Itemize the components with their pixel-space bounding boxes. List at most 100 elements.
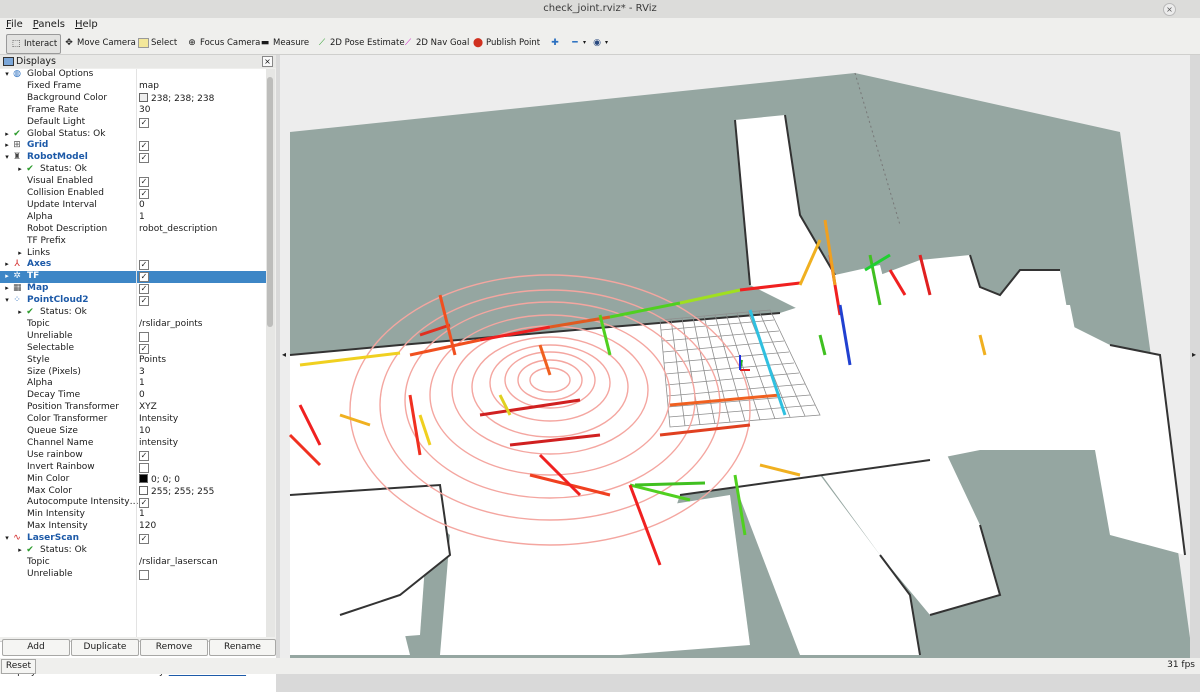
remove-tool-button[interactable]: ━ ▾ (569, 34, 586, 52)
tree-row[interactable]: ▸ ⊞ Grid ✓ (0, 140, 266, 152)
tree-row[interactable]: ▾ ∿ LaserScan ✓ (0, 533, 266, 545)
tree-row[interactable]: Queue Size 10 (0, 426, 266, 438)
tree-row[interactable]: Selectable ✓ (0, 343, 266, 355)
collapse-arrow-icon[interactable]: ▸ (16, 545, 24, 557)
focus-camera-tool-button[interactable]: ⊕ Focus Camera (186, 34, 260, 52)
tree-row[interactable]: Collision Enabled ✓ (0, 188, 266, 200)
menu-help[interactable]: Help (71, 18, 102, 32)
interact-tool-button[interactable]: ⬚ Interact (6, 34, 62, 54)
measure-tool-button[interactable]: ▬ Measure (259, 34, 309, 52)
tree-row[interactable]: Min Intensity 1 (0, 509, 266, 521)
tree-row[interactable]: ▸ ▦ Map ✓ (0, 283, 266, 295)
tree-row[interactable]: Unreliable (0, 569, 266, 581)
row-checkbox[interactable]: ✓ (139, 177, 149, 188)
tree-row[interactable]: Position Transformer XYZ (0, 402, 266, 414)
tree-row[interactable]: Color Transformer Intensity (0, 414, 266, 426)
collapse-right-arrow-icon[interactable]: ▸ (1192, 350, 1196, 359)
collapse-arrow-icon[interactable]: ▸ (3, 271, 11, 283)
row-value[interactable]: 0 (139, 390, 145, 402)
row-checkbox[interactable]: ✓ (139, 498, 149, 509)
tree-row[interactable]: ▸ ✔ Status: Ok (0, 164, 266, 176)
row-checkbox[interactable] (139, 462, 149, 473)
tree-row[interactable]: ▸ ✔ Status: Ok (0, 545, 266, 557)
duplicate-button[interactable]: Duplicate (71, 639, 139, 656)
tree-row[interactable]: Topic/rslidar_points (0, 319, 266, 331)
row-checkbox[interactable]: ✓ (139, 141, 149, 152)
tree-row[interactable]: ▸ ⅄ Axes ✓ (0, 259, 266, 271)
scene-canvas[interactable] (280, 55, 1190, 658)
row-value[interactable]: Intensity (139, 414, 178, 426)
scrollbar-thumb[interactable] (267, 77, 273, 327)
row-checkbox[interactable]: ✓ (139, 153, 149, 164)
expand-arrow-icon[interactable]: ▾ (3, 69, 11, 81)
tree-row[interactable]: ▸ ✔ Global Status: Ok (0, 129, 266, 141)
row-value[interactable]: /rslidar_points (139, 319, 203, 331)
row-value[interactable]: robot_description (139, 224, 217, 236)
menu-file[interactable]: File (2, 18, 27, 32)
tree-row[interactable]: Min Color 0; 0; 0 (0, 473, 266, 486)
collapse-arrow-icon[interactable]: ▸ (3, 129, 11, 141)
expand-arrow-icon[interactable]: ▾ (3, 533, 11, 545)
row-checkbox[interactable]: ✓ (139, 343, 149, 354)
row-value[interactable]: /rslidar_laserscan (139, 557, 218, 569)
displays-tree[interactable]: ▾ ◍ Global Options Fixed Frame map Background… (0, 69, 266, 637)
tree-row[interactable]: Size (Pixels) 3 (0, 367, 266, 379)
color-swatch[interactable] (139, 485, 148, 495)
color-swatch[interactable] (139, 92, 148, 102)
row-checkbox[interactable] (139, 569, 149, 580)
tree-row[interactable]: Fixed Frame map (0, 81, 266, 93)
tree-row[interactable]: TF Prefix (0, 236, 266, 248)
tree-row[interactable]: Background Color 238; 238; 238 (0, 92, 266, 105)
tree-row[interactable]: Decay Time 0 (0, 390, 266, 402)
row-checkbox[interactable]: ✓ (139, 117, 149, 128)
tree-row[interactable]: Visual Enabled ✓ (0, 176, 266, 188)
tree-row[interactable]: ▾ ◍ Global Options (0, 69, 266, 81)
row-checkbox[interactable]: ✓ (139, 272, 149, 283)
row-value[interactable]: 30 (139, 105, 150, 117)
collapse-arrow-icon[interactable]: ▸ (3, 140, 11, 152)
row-value[interactable]: 10 (139, 426, 150, 438)
remove-button[interactable]: Remove (140, 639, 208, 656)
row-value[interactable]: XYZ (139, 402, 157, 414)
row-checkbox[interactable]: ✓ (139, 450, 149, 461)
row-checkbox[interactable]: ✓ (139, 260, 149, 271)
select-tool-button[interactable]: Select (138, 34, 177, 52)
color-swatch[interactable] (139, 473, 148, 483)
expand-arrow-icon[interactable]: ▾ (3, 152, 11, 164)
rename-button[interactable]: Rename (209, 639, 276, 656)
tree-row[interactable]: Use rainbow ✓ (0, 450, 266, 462)
render-view[interactable] (280, 55, 1190, 658)
tree-row[interactable]: Default Light ✓ (0, 117, 266, 129)
tree-row[interactable]: Style Points (0, 355, 266, 367)
tree-row[interactable]: Max Color 255; 255; 255 (0, 485, 266, 498)
row-checkbox[interactable]: ✓ (139, 284, 149, 295)
tree-row[interactable]: ▾ ⁘ PointCloud2 ✓ (0, 295, 266, 307)
row-value[interactable]: 1 (139, 509, 145, 521)
tree-row[interactable]: Unreliable (0, 331, 266, 343)
tree-row[interactable]: ▸ Links (0, 248, 266, 260)
row-value[interactable]: 3 (139, 367, 145, 379)
row-checkbox[interactable] (139, 331, 149, 342)
row-value[interactable]: 1 (139, 378, 145, 390)
publish-point-tool-button[interactable]: ⬤ Publish Point (472, 34, 540, 52)
panel-close-button[interactable]: × (262, 56, 273, 67)
move-camera-tool-button[interactable]: ✥ Move Camera (63, 34, 136, 52)
collapse-arrow-icon[interactable]: ▸ (16, 307, 24, 319)
tree-row[interactable]: ▸ ✲ TF ✓ (0, 271, 266, 284)
nav-goal-tool-button[interactable]: ⟋ 2D Nav Goal (402, 34, 469, 52)
row-value[interactable]: map (139, 81, 159, 93)
tree-row[interactable]: ▸ ✔ Status: Ok (0, 307, 266, 319)
tree-scrollbar[interactable] (266, 69, 275, 637)
collapse-arrow-icon[interactable]: ▸ (16, 248, 24, 260)
row-value[interactable]: 0 (139, 200, 145, 212)
row-value[interactable]: 1 (139, 212, 145, 224)
row-value[interactable]: Points (139, 355, 166, 367)
tree-row[interactable]: Autocompute Intensity… ✓ (0, 497, 266, 509)
menu-panels[interactable]: Panels (29, 18, 69, 32)
collapse-arrow-icon[interactable]: ▸ (16, 164, 24, 176)
row-checkbox[interactable]: ✓ (139, 189, 149, 199)
pose-estimate-tool-button[interactable]: ⟋ 2D Pose Estimate (316, 34, 405, 52)
tree-row[interactable]: Alpha 1 (0, 212, 266, 224)
tree-row[interactable]: Channel Name intensity (0, 438, 266, 450)
add-tool-button[interactable]: ✚ (549, 34, 563, 52)
